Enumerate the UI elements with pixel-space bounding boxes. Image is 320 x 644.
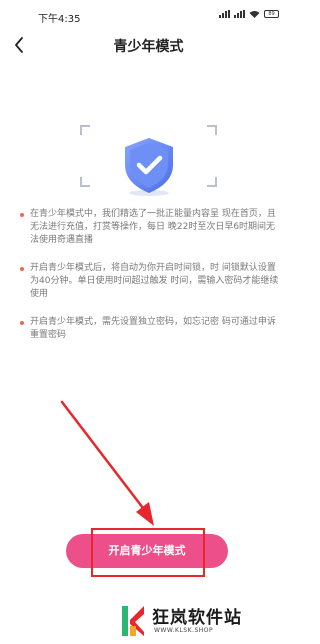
rule-text: 在青少年模式中，我们精选了一批正能量内容呈 现在首页，且无法进行充值，打赏等操作…	[30, 209, 276, 245]
status-bar: 下午4:35 89	[0, 0, 297, 26]
watermark-logo	[122, 606, 144, 636]
watermark-brand: 狂岚软件站	[152, 608, 242, 628]
frame-corner	[207, 177, 217, 187]
rule-text: 开启青少年模式，需先设置独立密码，如忘记密 码可通过申诉重置密码	[30, 317, 276, 340]
nav-bar: 青少年模式	[0, 26, 297, 64]
cellular-signal-icon	[234, 10, 245, 18]
frame-corner	[80, 125, 90, 135]
rules-list: 在青少年模式中，我们精选了一批正能量内容呈 现在首页，且无法进行充值，打赏等操作…	[20, 208, 282, 357]
bullet-dot	[20, 267, 24, 271]
page-title: 青少年模式	[113, 39, 184, 55]
rule-item: 开启青少年模式后，将自动为你开启时间锁，时 间锁默认设置为40分钟。单日使用时间…	[20, 262, 282, 301]
rule-text: 开启青少年模式后，将自动为你开启时间锁，时 间锁默认设置为40分钟。单日使用时间…	[30, 263, 279, 299]
wifi-icon	[249, 11, 260, 18]
rule-item: 在青少年模式中，我们精选了一批正能量内容呈 现在首页，且无法进行充值，打赏等操作…	[20, 208, 282, 247]
watermark-url: WWW.KLSK.SHOP	[154, 627, 214, 634]
cellular-signal-icon	[219, 10, 230, 18]
shield-check-icon	[125, 138, 173, 196]
bullet-dot	[20, 321, 24, 325]
frame-corner	[207, 125, 217, 135]
status-time: 下午4:35	[38, 14, 81, 25]
battery-icon: 89	[264, 10, 279, 18]
bullet-dot	[20, 213, 24, 217]
annotation-arrow	[60, 400, 154, 526]
status-icons: 89	[219, 10, 279, 18]
annotation-highlight-box	[91, 528, 205, 577]
watermark: 狂岚软件站 WWW.KLSK.SHOP	[112, 600, 297, 644]
frame-corner	[80, 177, 90, 187]
rule-item: 开启青少年模式，需先设置独立密码，如忘记密 码可通过申诉重置密码	[20, 316, 282, 342]
